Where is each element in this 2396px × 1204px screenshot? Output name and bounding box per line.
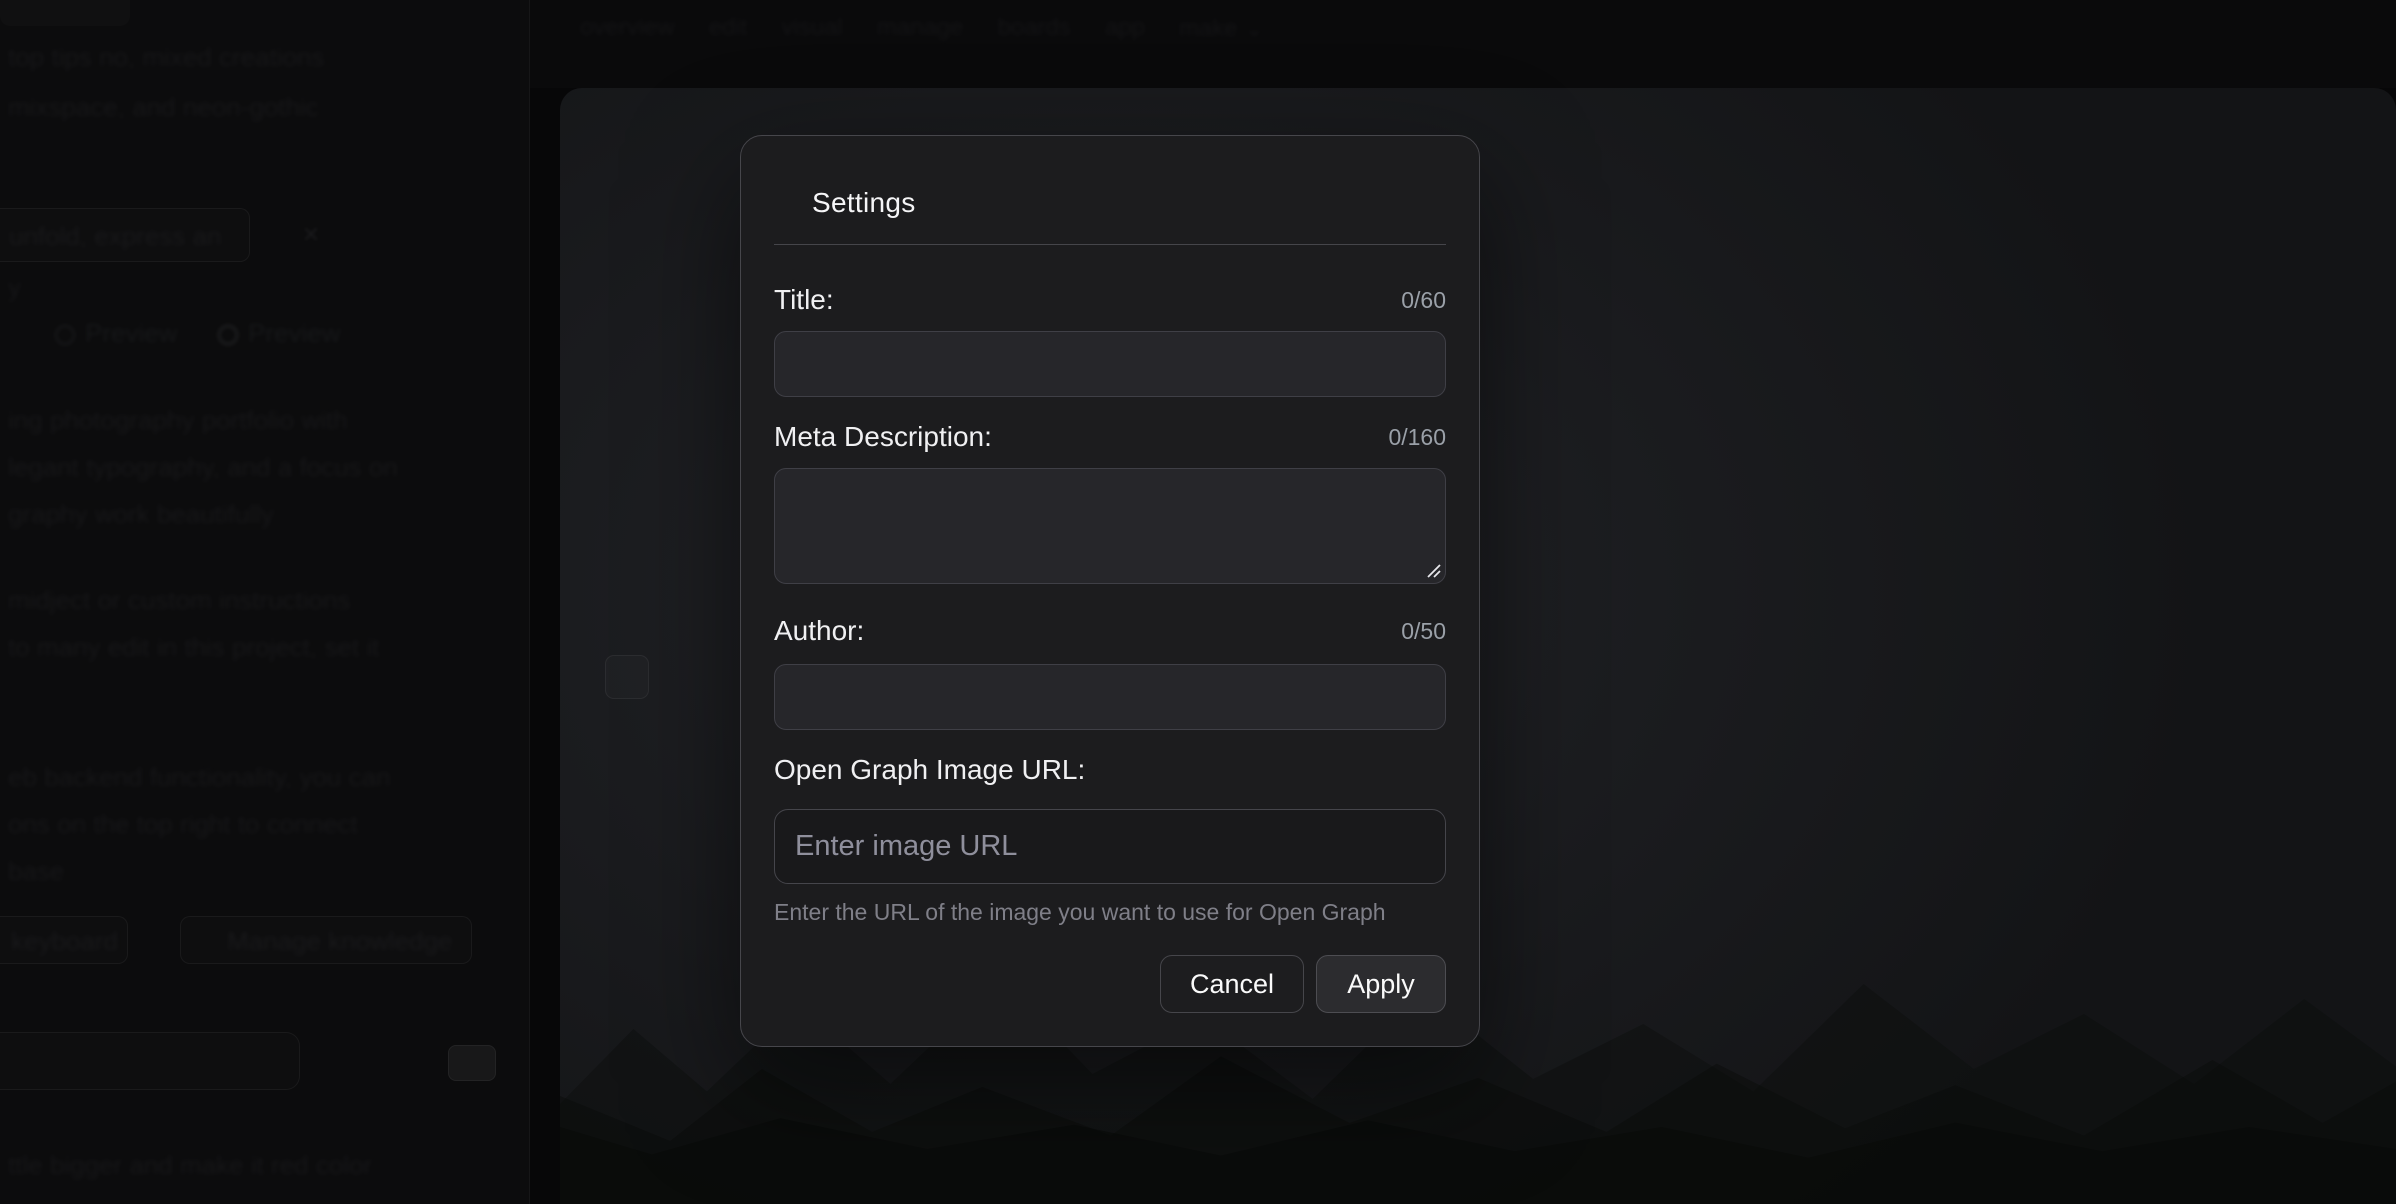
meta-description-field-header: Meta Description: 0/160 <box>774 420 1446 454</box>
title-input[interactable] <box>774 331 1446 397</box>
title-label: Title: <box>774 283 834 317</box>
sidebar-dimmed-text: ing photography portfolio with <box>8 405 348 436</box>
radio-icon <box>55 325 75 345</box>
dialog-footer: Cancel Apply <box>774 955 1446 1013</box>
og-image-helper-text: Enter the URL of the image you want to u… <box>774 898 1446 926</box>
apply-button[interactable]: Apply <box>1316 955 1446 1013</box>
author-input[interactable] <box>774 664 1446 730</box>
topbar-item: visual <box>781 14 842 43</box>
sidebar-dimmed-text: to many edit in this project, set it <box>8 632 379 663</box>
sidebar-send-button <box>448 1045 496 1081</box>
title-char-counter: 0/60 <box>1401 283 1446 317</box>
sidebar-dimmed-text: graphy work beautifully <box>8 499 274 530</box>
sidebar-dimmed-text: midject or custom instructions <box>8 585 350 616</box>
topbar-dimmed-menu: overview edit visual manage boards app m… <box>580 14 1264 43</box>
sidebar-dimmed-chip: unfold, express an <box>0 208 250 262</box>
sidebar-dimmed-text: legant typography, and a focus on <box>8 452 398 483</box>
topbar-item: make ⌄ <box>1179 14 1264 43</box>
background-sidebar: top tips no, mixed creations mixspace, a… <box>0 0 530 1204</box>
sidebar-dimmed-text: top tips no, mixed creations <box>8 42 325 73</box>
og-image-field-header: Open Graph Image URL: <box>774 753 1446 787</box>
sidebar-dimmed-input <box>0 1032 300 1090</box>
sidebar-option-label: Preview <box>248 318 340 348</box>
og-image-url-label: Open Graph Image URL: <box>774 753 1085 787</box>
sidebar-dimmed-text: ttle bigger and make it red color <box>8 1150 372 1181</box>
sidebar-dimmed-button: keyboard <box>0 916 128 964</box>
title-field-header: Title: 0/60 <box>774 283 1446 317</box>
og-image-url-input[interactable] <box>774 809 1446 884</box>
meta-description-char-counter: 0/160 <box>1388 420 1446 454</box>
sidebar-dimmed-text: mixspace, and neon-gothic <box>8 92 319 123</box>
canvas-mini-button <box>605 655 649 699</box>
background-topbar: overview edit visual manage boards app m… <box>530 0 2396 88</box>
sidebar-dimmed-text: y <box>8 272 21 303</box>
close-icon: ✕ <box>298 222 324 248</box>
topbar-item: boards <box>998 14 1071 43</box>
background-tab <box>0 0 130 26</box>
divider <box>774 244 1446 245</box>
radio-icon <box>218 325 238 345</box>
sidebar-dimmed-text: eb backend functionality, you can <box>8 762 391 793</box>
sidebar-option-label: Preview <box>85 318 177 348</box>
author-field-header: Author: 0/50 <box>774 614 1446 648</box>
settings-dialog: Settings Title: 0/60 Meta Description: 0… <box>740 135 1480 1047</box>
dialog-title: Settings <box>774 186 1446 220</box>
sidebar-button-label: Manage knowledge <box>227 926 453 957</box>
sidebar-dimmed-text: base <box>8 856 64 887</box>
topbar-item: edit <box>709 14 748 43</box>
author-char-counter: 0/50 <box>1401 614 1446 648</box>
sidebar-button-label: keyboard <box>11 926 118 957</box>
sidebar-chip-label: unfold, express an <box>9 221 221 252</box>
sidebar-option-1: Preview <box>55 318 177 349</box>
topbar-item: overview <box>580 14 675 43</box>
author-label: Author: <box>774 614 864 648</box>
topbar-item: manage <box>877 14 964 43</box>
meta-description-label: Meta Description: <box>774 420 992 454</box>
meta-description-textarea[interactable] <box>774 468 1446 584</box>
sidebar-dimmed-text: ons on the top right to connect <box>8 809 358 840</box>
cancel-button[interactable]: Cancel <box>1160 955 1304 1013</box>
sidebar-option-2: Preview <box>218 318 340 349</box>
sidebar-dimmed-button: Manage knowledge <box>180 916 472 964</box>
topbar-item: app <box>1105 14 1145 43</box>
